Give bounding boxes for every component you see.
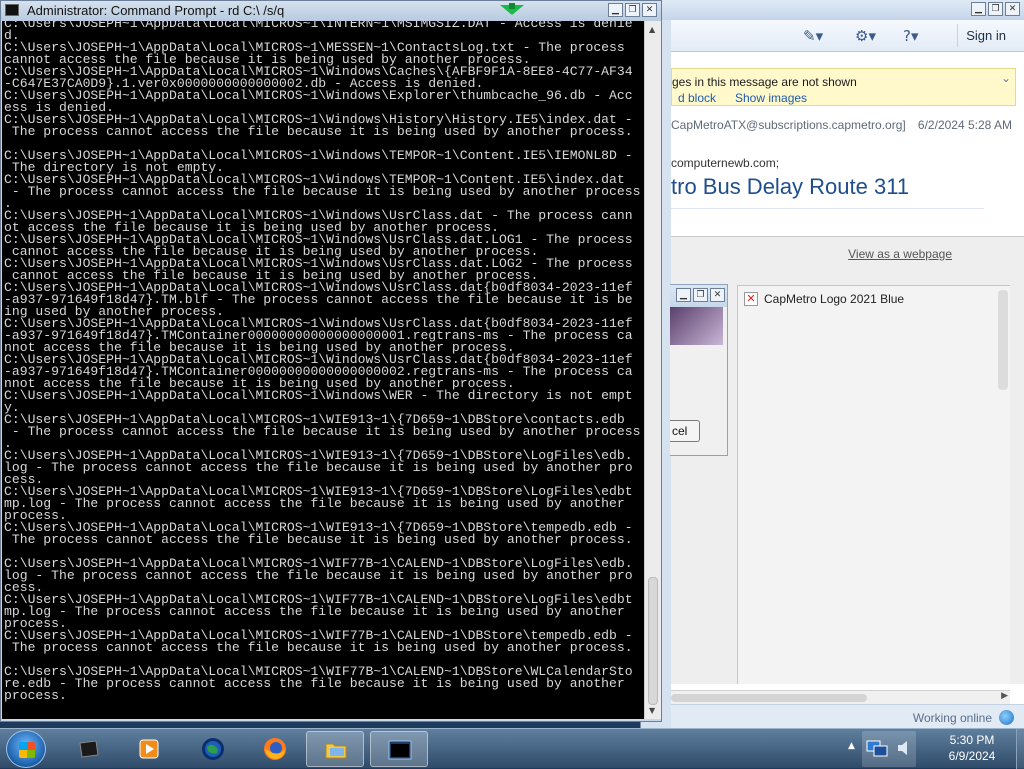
console-line: - The process cannot access the file bec…: [4, 424, 641, 439]
dialog-titlebar: ▁ ❐ ✕: [670, 285, 727, 307]
vertical-scrollbar[interactable]: ▲ ▼: [644, 21, 661, 719]
horizontal-scrollbar[interactable]: ▶: [671, 690, 1010, 704]
cancel-button[interactable]: cel: [670, 420, 700, 442]
console-line: re.edb - The process cannot access the f…: [4, 676, 625, 691]
taskbar-app-firefox[interactable]: [246, 731, 304, 767]
command-prompt-window: Administrator: Command Prompt - rd C:\ /…: [0, 0, 662, 722]
maximize-button[interactable]: ❐: [625, 3, 640, 17]
clock-time: 5:30 PM: [949, 733, 995, 747]
globe-icon: [999, 710, 1014, 725]
broken-image-icon: ✕: [744, 292, 758, 306]
dialog-image: [670, 307, 723, 345]
globe-icon: [202, 738, 224, 760]
maximize-button[interactable]: ❐: [988, 2, 1003, 16]
media-player-icon: [139, 739, 159, 759]
connection-status: Working online: [912, 711, 992, 725]
sender-address: CapMetroATX@subscriptions.capmetro.org]: [671, 118, 906, 132]
taskbar: ▲ 5:30 PM 6/9/2024: [0, 728, 1024, 769]
system-clock[interactable]: 5:30 PM 6/9/2024: [930, 732, 1014, 764]
show-images-link[interactable]: Show images: [735, 91, 807, 105]
scroll-right-icon[interactable]: ▶: [1001, 691, 1008, 701]
windows-logo-icon: [19, 742, 35, 758]
taskbar-app-media[interactable]: [120, 731, 178, 767]
status-bar: Working online: [671, 704, 1024, 730]
minimize-button[interactable]: ▁: [971, 2, 986, 16]
terminal-icon: [79, 740, 99, 758]
help-icon[interactable]: ?▾: [903, 27, 919, 45]
block-link[interactable]: d block: [678, 91, 716, 105]
firefox-icon: [264, 738, 286, 760]
console-line: The process cannot access the file becau…: [4, 532, 633, 547]
taskbar-app-cmd[interactable]: [370, 731, 428, 767]
mail-titlebar: ▁ ❐ ✕: [641, 0, 1024, 20]
window-title: Administrator: Command Prompt - rd C:\ /…: [27, 3, 285, 18]
console-line: log - The process cannot access the file…: [4, 460, 633, 475]
show-hidden-icons-icon[interactable]: ▲: [848, 741, 855, 751]
console-lines: C:\Users\JOSEPH~1\AppData\Local\MICROS~1…: [2, 21, 644, 702]
show-desktop-button[interactable]: [1016, 729, 1024, 769]
taskbar-app-explorer[interactable]: [306, 731, 364, 767]
speaker-icon[interactable]: [896, 739, 912, 757]
close-button[interactable]: ✕: [642, 3, 657, 17]
view-as-webpage-link[interactable]: View as a webpage: [848, 247, 952, 261]
console-line: C:\Users\JOSEPH~1\AppData\Local\MICROS~1…: [4, 388, 633, 403]
sign-in-button[interactable]: Sign in: [957, 24, 1014, 47]
logo-image-placeholder: ✕ CapMetro Logo 2021 Blue: [737, 285, 1010, 684]
message-subject: tro Bus Delay Route 311: [671, 174, 910, 199]
console-line: mp.log - The process cannot access the f…: [4, 496, 625, 511]
taskbar-app-browser[interactable]: [184, 731, 242, 767]
cmd-window-controls: ▁ ❐ ✕: [608, 3, 657, 17]
received-date: 6/2/2024 5:28 AM: [917, 118, 1012, 132]
paintbrush-icon[interactable]: ✎▾: [803, 27, 823, 45]
scroll-thumb[interactable]: [648, 577, 658, 705]
clock-date: 6/9/2024: [948, 749, 996, 763]
scroll-up-icon[interactable]: ▲: [649, 25, 655, 34]
close-button[interactable]: ✕: [1005, 2, 1020, 16]
dialog-window-controls: ▁ ❐ ✕: [676, 288, 725, 302]
scroll-down-icon[interactable]: ▼: [649, 706, 655, 715]
mail-window-controls: ▁ ❐ ✕: [971, 2, 1020, 16]
command-prompt-icon: [388, 740, 412, 760]
notification-area[interactable]: [862, 731, 916, 767]
cmd-titlebar[interactable]: Administrator: Command Prompt - rd C:\ /…: [1, 1, 661, 21]
mail-toolbar: ✎▾ ⚙▾ ?▾ Sign in: [671, 20, 1024, 52]
taskbar-app-terminal[interactable]: [60, 731, 118, 767]
scroll-thumb[interactable]: [671, 694, 867, 702]
minimize-button[interactable]: ▁: [608, 3, 623, 17]
drag-handle-icon: [500, 3, 524, 15]
start-button[interactable]: [6, 730, 46, 768]
console-line: The process cannot access the file becau…: [4, 124, 633, 139]
command-prompt-icon: [5, 4, 19, 16]
folder-icon: [325, 743, 347, 759]
divider: [671, 208, 984, 209]
console-line: - The process cannot access the file bec…: [4, 184, 641, 199]
maximize-button[interactable]: ❐: [693, 288, 708, 302]
console-line: C:\Users\JOSEPH~1\AppData\Local\MICROS~1…: [4, 21, 633, 31]
images-blocked-infobar: ges in this message are not shown d bloc…: [671, 68, 1016, 106]
tools-icon[interactable]: ⚙▾: [855, 27, 876, 45]
minimize-button[interactable]: ▁: [676, 288, 691, 302]
close-button[interactable]: ✕: [710, 288, 725, 302]
recipient: computernewb.com;: [671, 156, 780, 170]
network-icon[interactable]: [866, 737, 888, 759]
console-output[interactable]: C:\Users\JOSEPH~1\AppData\Local\MICROS~1…: [2, 21, 644, 719]
infobar-text: ges in this message are not shown: [672, 75, 857, 89]
chevron-down-icon[interactable]: ⌄: [1001, 71, 1011, 85]
vertical-scrollbar[interactable]: [998, 290, 1008, 390]
console-line: log - The process cannot access the file…: [4, 568, 633, 583]
image-alt-text: CapMetro Logo 2021 Blue: [764, 292, 905, 306]
console-line: mp.log - The process cannot access the f…: [4, 604, 625, 619]
console-line: process.: [4, 688, 67, 703]
console-line: The process cannot access the file becau…: [4, 640, 633, 655]
